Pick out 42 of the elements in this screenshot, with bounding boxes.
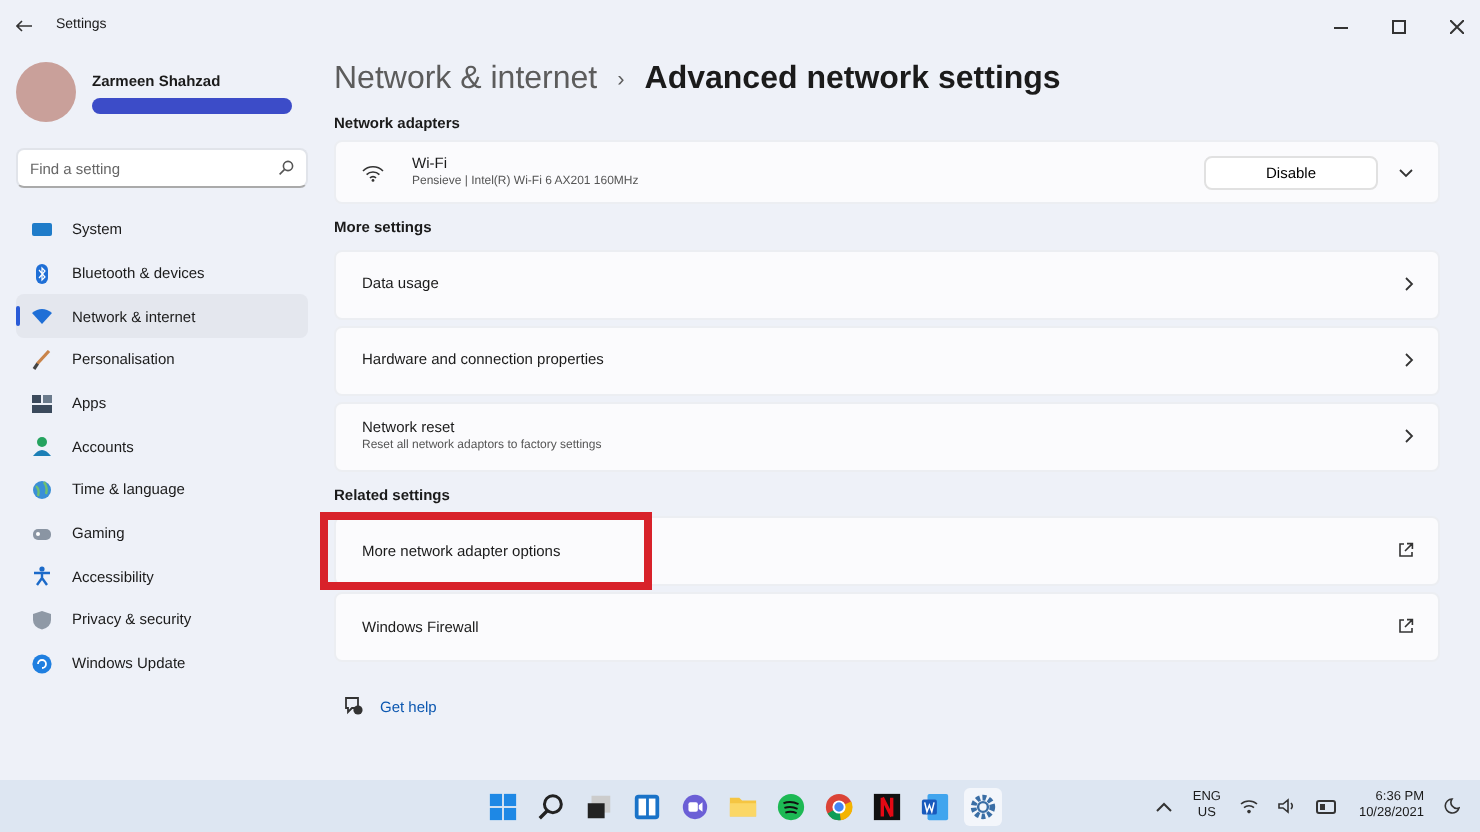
apps-icon [32, 393, 52, 414]
chevron-right-icon [1404, 276, 1414, 292]
breadcrumb-parent[interactable]: Network & internet [334, 56, 598, 104]
chevron-right-icon [1404, 428, 1414, 444]
settings-icon[interactable] [968, 791, 998, 821]
back-arrow-icon[interactable] [16, 20, 32, 32]
maximize-icon[interactable] [1392, 19, 1406, 33]
music-app-icon[interactable] [776, 791, 806, 821]
moon-icon[interactable] [1444, 798, 1460, 814]
page-title: Advanced network settings [644, 60, 1061, 100]
close-icon[interactable] [1450, 19, 1464, 33]
external-link-icon [1398, 618, 1414, 635]
video-app-icon[interactable] [872, 791, 902, 821]
task-view-icon[interactable] [584, 791, 614, 821]
bluetooth-icon [32, 263, 52, 284]
search-icon [278, 160, 294, 176]
help-icon [344, 696, 364, 717]
search-icon[interactable] [536, 791, 566, 821]
wifi-icon [362, 163, 384, 182]
person-icon [32, 436, 52, 457]
video-chat-icon[interactable] [680, 791, 710, 821]
update-icon [32, 653, 52, 674]
widgets-icon[interactable] [632, 791, 662, 821]
accessibility-icon [32, 566, 52, 587]
wifi-icon[interactable] [1240, 798, 1259, 814]
battery-icon[interactable] [1316, 799, 1339, 813]
speaker-icon[interactable] [1278, 798, 1297, 814]
browser-icon[interactable] [824, 791, 854, 821]
breadcrumb-separator: › [617, 65, 625, 96]
wifi-icon [32, 306, 52, 327]
start-icon[interactable] [488, 791, 518, 821]
word-processor-icon[interactable] [920, 791, 950, 821]
chevron-up-icon[interactable] [1156, 801, 1173, 811]
paintbrush-icon [32, 349, 52, 370]
shield-icon [32, 610, 52, 631]
external-link-icon [1398, 542, 1414, 559]
chevron-down-icon[interactable] [1398, 167, 1414, 178]
gamepad-icon [32, 523, 52, 544]
monitor-icon [32, 219, 52, 240]
avatar [16, 62, 76, 122]
chevron-right-icon [1404, 352, 1414, 368]
globe-icon [32, 479, 52, 500]
